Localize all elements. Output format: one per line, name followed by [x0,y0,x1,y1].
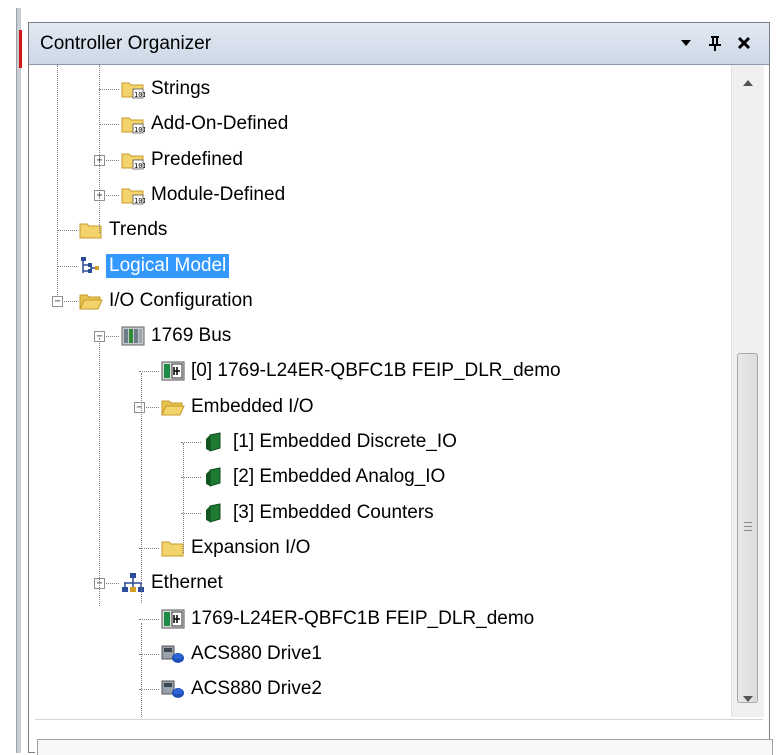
tree-node[interactable]: Trends [79,215,170,245]
tree-node[interactable]: Embedded I/O [161,392,317,422]
io-module-icon [203,466,227,488]
svg-text:101: 101 [134,91,145,99]
datatype-folder-icon: 101 [121,78,147,100]
tree-node[interactable]: ACS880 Drive1 [161,639,325,669]
left-pane-edge [16,8,21,753]
tree-node-label[interactable]: Logical Model [106,254,230,278]
tree-guide-line [183,443,184,553]
tree-connector [139,548,159,549]
collapse-toggle[interactable]: − [52,296,63,307]
chevron-down-icon [681,40,691,46]
svg-text:101: 101 [134,162,145,170]
tree-node-label[interactable]: [1] Embedded Discrete_IO [230,430,460,454]
controller-icon [161,608,185,630]
tree-connector [57,230,77,231]
tree-node[interactable]: Logical Model [79,251,230,281]
tree-node[interactable]: 101 Add-On-Defined [121,109,291,139]
collapse-toggle[interactable]: − [134,402,145,413]
left-edge-marker [19,30,22,68]
drive-icon [161,678,185,700]
scrollbar-thumb[interactable] [737,353,758,703]
tree-node[interactable]: 101 Strings [121,74,213,104]
tree-node-label[interactable]: Add-On-Defined [148,112,291,136]
controller-organizer-panel: Controller Organizer 101 Strings 101 Add… [28,22,773,755]
datatype-folder-icon: 101 [121,113,147,135]
drive-icon [161,643,185,665]
panel-title: Controller Organizer [40,33,212,54]
tree-connector [181,513,201,514]
tree-connector [139,371,159,372]
open-folder-icon [79,290,103,312]
tree-connector [181,442,201,443]
tree-node-label[interactable]: [0] 1769-L24ER-QBFC1B FEIP_DLR_demo [188,359,564,383]
datatype-folder-icon: 101 [121,184,147,206]
folder-icon [161,537,185,559]
tree-node[interactable]: Ethernet [121,568,226,598]
tree-node-label[interactable]: ACS880 Drive2 [188,677,325,701]
panel-pin-button[interactable] [701,29,729,57]
tree-guide-line [99,65,100,233]
tree-node-label[interactable]: Ethernet [148,571,226,595]
io-module-icon [203,502,227,524]
thumb-grip-line [744,526,752,527]
thumb-grip-line [744,522,752,523]
tree-guide-line [99,338,100,606]
tree-node-label[interactable]: Trends [106,218,170,242]
scroll-up-button[interactable] [732,69,764,97]
datatype-folder-icon: 101 [121,149,147,171]
vertical-scrollbar[interactable] [731,65,764,717]
tree-node[interactable]: ACS880 Drive2 [161,674,325,704]
tree-node-label[interactable]: 1769-L24ER-QBFC1B FEIP_DLR_demo [188,607,537,631]
svg-text:101: 101 [134,126,145,134]
tree-connector [139,654,159,655]
pin-icon [709,36,721,51]
tree-node[interactable]: [2] Embedded Analog_IO [203,462,448,492]
arrow-down-icon [743,696,753,702]
arrow-up-icon [743,80,753,86]
tree-node-label[interactable]: Expansion I/O [188,536,313,560]
tree-node-label[interactable]: Strings [148,77,213,101]
tree-connector [181,477,201,478]
tree-guide-line [57,65,58,295]
tree-node-label[interactable]: Module-Defined [148,183,288,207]
scroll-down-button[interactable] [732,685,764,713]
open-folder-icon [161,396,185,418]
logical-model-icon [79,255,103,277]
close-icon [737,36,751,50]
tree-node[interactable]: [3] Embedded Counters [203,498,437,528]
tree-node[interactable]: 101 Predefined [121,145,246,175]
svg-text:101: 101 [134,197,145,205]
thumb-grip-line [744,530,752,531]
io-module-icon [203,431,227,453]
tree-node[interactable]: [1] Embedded Discrete_IO [203,427,460,457]
tree-node[interactable]: [0] 1769-L24ER-QBFC1B FEIP_DLR_demo [161,356,564,386]
organizer-tree[interactable]: 101 Strings 101 Add-On-Defined 101 Predefin… [35,65,731,717]
tree-node-label[interactable]: I/O Configuration [106,289,256,313]
panel-titlebar[interactable]: Controller Organizer [29,23,769,65]
tree-node-label[interactable]: [2] Embedded Analog_IO [230,465,448,489]
bus-icon [121,325,145,347]
tree-connector [57,266,77,267]
tree-guide-line [141,373,142,603]
controller-icon [161,360,185,382]
tree-connector [99,89,119,90]
tree-connector [139,619,159,620]
tree-node[interactable]: 1769 Bus [121,321,234,351]
tree-node[interactable]: 101 Module-Defined [121,180,288,210]
tree-connector [99,124,119,125]
tree-node-label[interactable]: Predefined [148,148,246,172]
tree-node-label[interactable]: Embedded I/O [188,395,317,419]
panel-close-button[interactable] [730,29,758,57]
tree-guide-line [141,623,142,717]
tree-node[interactable]: I/O Configuration [79,286,256,316]
tree-node-label[interactable]: [3] Embedded Counters [230,501,437,525]
tree-node-label[interactable]: ACS880 Drive1 [188,642,325,666]
tree-node[interactable]: 1769-L24ER-QBFC1B FEIP_DLR_demo [161,604,537,634]
tree-node-label[interactable]: 1769 Bus [148,324,234,348]
panel-dropdown-button[interactable] [672,29,700,57]
tree-connector [139,689,159,690]
